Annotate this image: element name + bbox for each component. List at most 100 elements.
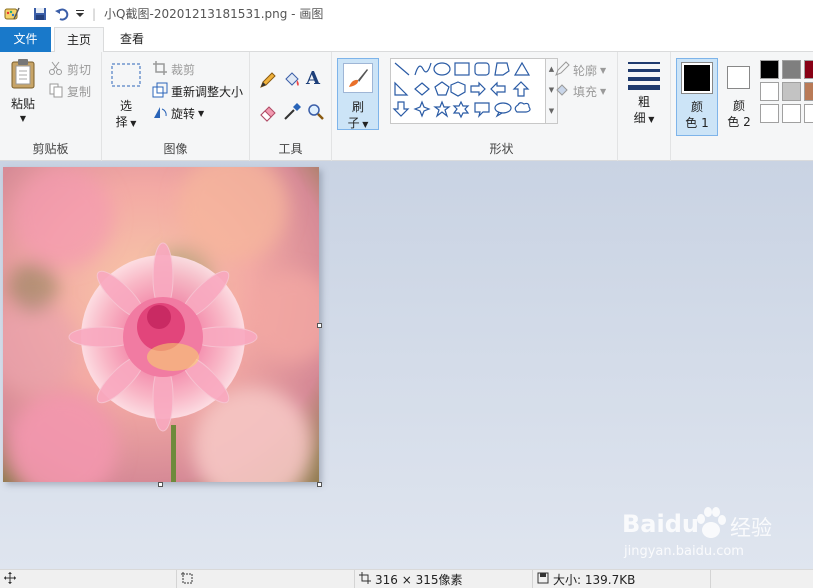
right-triangle-shape-icon (394, 81, 409, 96)
curve-shape-icon (414, 62, 432, 76)
resize-handle-bottom[interactable] (158, 482, 163, 487)
magnifier-icon[interactable] (306, 102, 326, 125)
watermark-cn: 经验 (730, 516, 772, 540)
chevron-down-icon: ▼ (198, 109, 205, 118)
outline-button[interactable]: 轮廓 ▼ (554, 61, 606, 80)
tab-file[interactable]: 文件 (0, 27, 51, 52)
five-point-star-shape-icon (433, 100, 451, 118)
pentagon-shape-icon (434, 81, 450, 96)
palette-swatch[interactable] (760, 60, 779, 79)
tools-group-label: 工具 (278, 142, 303, 156)
undo-icon[interactable] (52, 4, 72, 24)
shapes-group-label: 形状 (489, 142, 514, 156)
fill-button[interactable]: 填充 ▼ (554, 82, 606, 101)
fill-label: 填充 (573, 85, 598, 99)
cut-button[interactable]: 剪切 (48, 60, 91, 79)
rectangular-callout-shape-icon (474, 102, 490, 118)
color-1-button[interactable]: 颜 色 1 (676, 58, 718, 136)
brushes-button[interactable]: 刷 子 ▼ (337, 58, 379, 130)
tab-view[interactable]: 查看 (108, 27, 156, 52)
brush-icon (343, 63, 373, 93)
brushes-label-2: 子 (347, 116, 360, 130)
clipboard-group-label: 剪贴板 (32, 142, 69, 156)
customize-quick-access-icon[interactable] (74, 4, 86, 24)
oval-callout-shape-icon (494, 102, 512, 118)
select-label-1: 选 (119, 99, 132, 113)
outline-pen-icon (554, 61, 573, 80)
paint-app-icon[interactable] (2, 4, 22, 24)
select-rectangle-icon (108, 62, 144, 90)
palette-swatch[interactable] (782, 60, 801, 79)
paste-button[interactable]: 粘贴 ▼ (5, 58, 41, 132)
copy-button[interactable]: 复制 (48, 82, 91, 101)
hexagon-shape-icon (450, 81, 466, 97)
line-width-icon (622, 60, 666, 94)
dimensions-text: 316 × 315像素 (375, 572, 463, 587)
rotate-button[interactable]: 旋转 ▼ (152, 104, 204, 123)
arrow-left-shape-icon (490, 81, 506, 97)
cloud-callout-shape-icon (514, 102, 531, 113)
palette-swatch[interactable] (804, 82, 813, 101)
crop-button[interactable]: 裁剪 (152, 60, 195, 79)
scissors-icon (48, 60, 67, 79)
size-button[interactable]: 粗 细 ▼ (622, 60, 666, 132)
color-2-button[interactable]: 颜 色 2 (721, 58, 757, 136)
quick-access-toolbar (0, 0, 86, 27)
dimensions-icon (359, 571, 375, 587)
rectangle-shape-icon (454, 62, 470, 76)
copy-icon (48, 82, 67, 101)
size-group: 粗 细 ▼ (618, 52, 670, 161)
fill-bucket-icon (554, 82, 573, 101)
ribbon-tabs: 文件 主页 查看 (0, 27, 813, 53)
size-label-2: 细 (633, 111, 646, 125)
filesize-text: 大小: 139.7KB (553, 572, 636, 587)
text-tool-icon[interactable]: A (306, 68, 320, 89)
copy-label: 复制 (67, 85, 92, 99)
selection-icon (181, 571, 197, 587)
move-cursor-icon (4, 571, 20, 587)
brushes-label-1: 刷 (351, 100, 364, 114)
cut-label: 剪切 (67, 63, 92, 77)
resize-button[interactable]: 重新调整大小 (152, 82, 243, 101)
palette-swatch[interactable] (760, 82, 779, 101)
gallery-expand-icon[interactable]: ▼ (546, 101, 557, 122)
image-dimensions: 316 × 315像素 (354, 570, 532, 588)
resize-handle-right[interactable] (317, 323, 322, 328)
color-2-label-1: 颜 (732, 99, 745, 113)
baidu-watermark: Baidu 经验 jingyan.baidu.com (620, 500, 810, 568)
chevron-down-icon: ▼ (645, 115, 655, 124)
pencil-icon[interactable] (258, 70, 278, 93)
palette-swatch[interactable] (804, 60, 813, 79)
color-2-label-2: 色 2 (727, 115, 751, 129)
resize-label: 重新调整大小 (171, 85, 244, 99)
file-size: 大小: 139.7KB (532, 570, 710, 588)
chevron-down-icon: ▼ (127, 119, 137, 128)
paw-icon (696, 506, 726, 543)
resize-handle-corner[interactable] (317, 482, 322, 487)
fill-bucket-icon[interactable] (282, 70, 302, 93)
chevron-down-icon: ▼ (19, 114, 27, 123)
eraser-icon[interactable] (258, 102, 278, 125)
rounded-rectangle-shape-icon (474, 62, 490, 76)
palette-swatch[interactable] (760, 104, 779, 123)
palette-swatch[interactable] (804, 104, 813, 123)
image-group: 选 择 ▼ 裁剪 重新调整大小 旋转 ▼ 图像 (102, 52, 250, 161)
paste-label: 粘贴 (10, 97, 35, 111)
select-button[interactable]: 选 择 ▼ (108, 62, 144, 132)
tab-home[interactable]: 主页 (54, 27, 104, 53)
save-icon[interactable] (30, 4, 50, 24)
selection-size (176, 570, 354, 588)
canvas-image[interactable] (3, 167, 319, 482)
chevron-down-icon: ▼ (600, 87, 607, 96)
color-picker-icon[interactable] (282, 102, 302, 125)
resize-icon (152, 82, 171, 101)
color-palette (756, 52, 813, 161)
window-title: 小Q截图-20201213181531.png - 画图 (104, 7, 324, 21)
colors-group: 颜 色 1 颜 色 2 (670, 52, 756, 161)
palette-swatch[interactable] (782, 104, 801, 123)
rotate-label: 旋转 (171, 107, 196, 121)
palette-swatch[interactable] (782, 82, 801, 101)
clipboard-icon (5, 58, 41, 90)
rotate-icon (152, 104, 171, 123)
clipboard-group: 粘贴 ▼ 剪切 复制 剪贴板 (0, 52, 102, 161)
